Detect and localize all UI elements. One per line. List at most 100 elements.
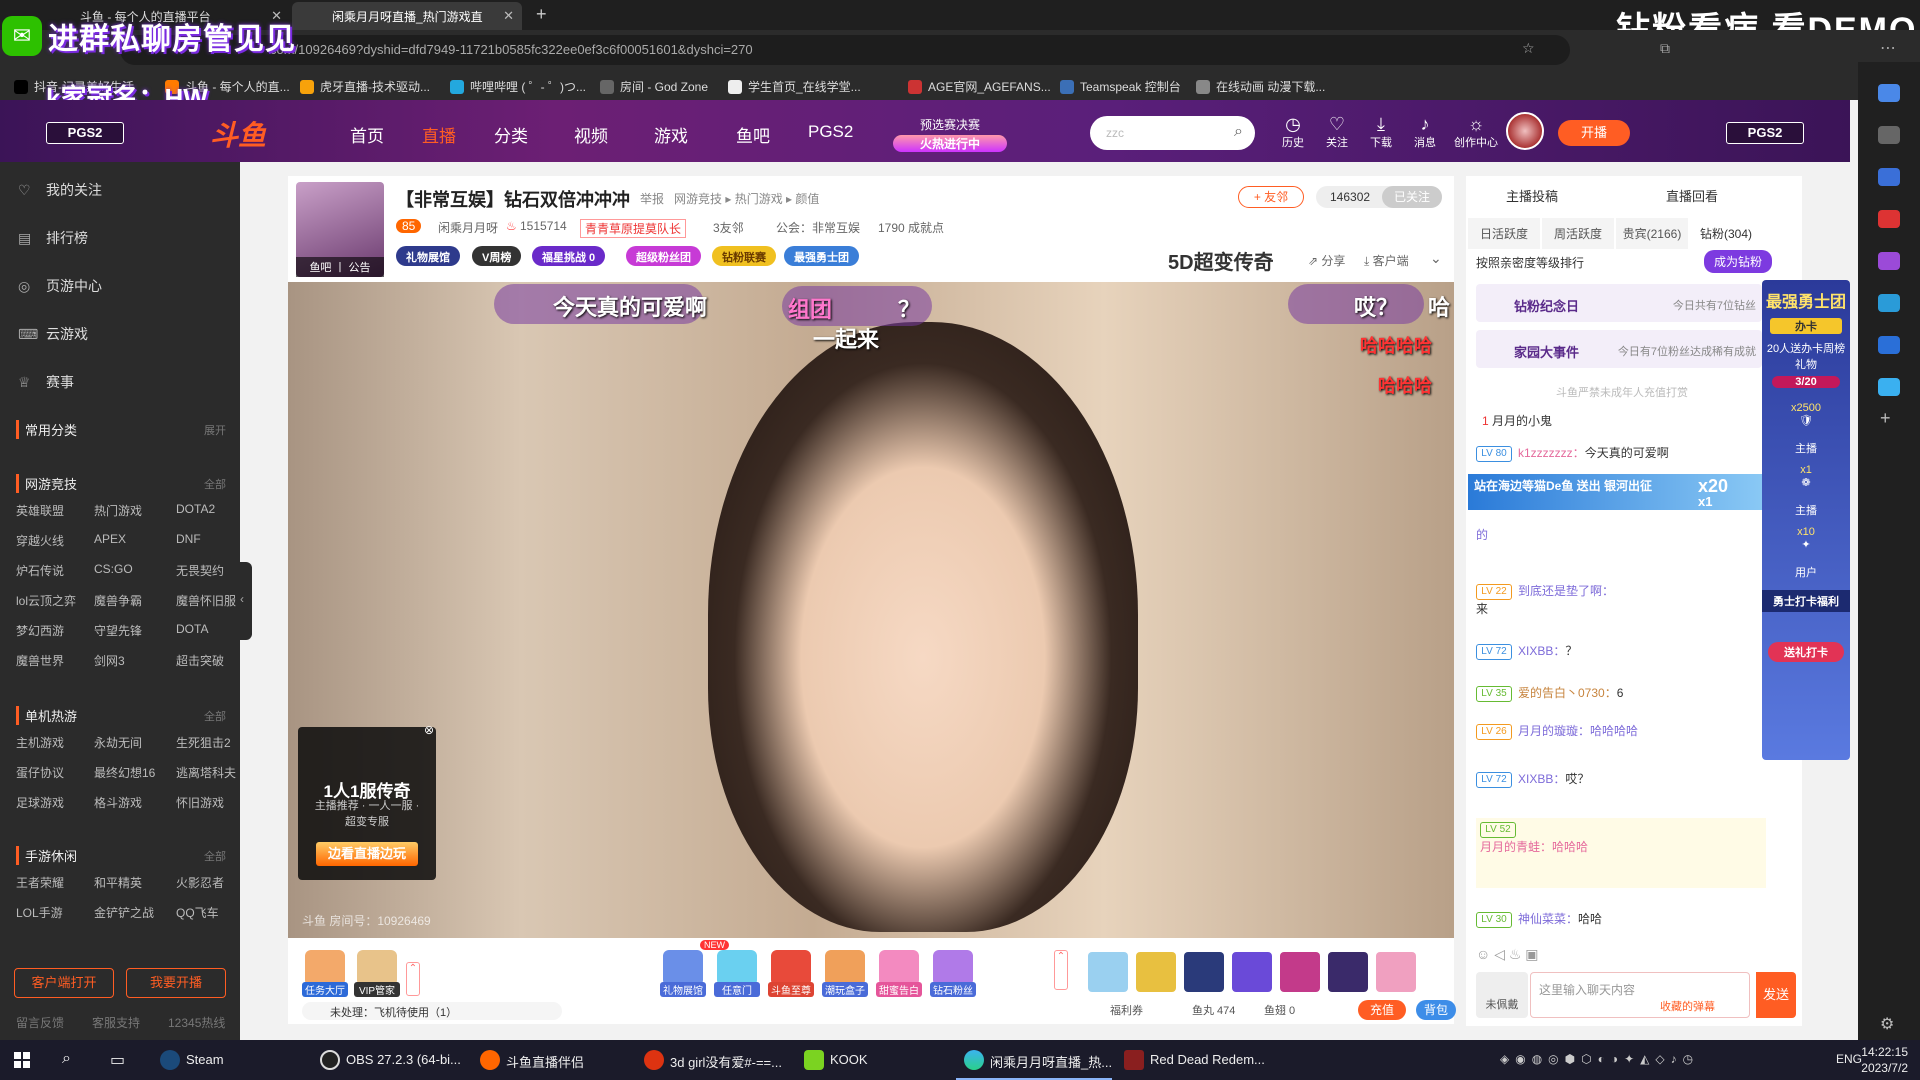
client-open-button[interactable]: 客户端打开: [14, 968, 114, 998]
system-clock[interactable]: 14:22:15 2023/7/2: [1861, 1044, 1908, 1076]
nav-pgs2[interactable]: PGS2: [808, 122, 853, 142]
gift-item[interactable]: 钻石粉丝: [930, 950, 976, 997]
sidebar-game-link[interactable]: LOL手游: [16, 904, 63, 921]
taskbar-app-kook[interactable]: KOOK: [796, 1040, 868, 1080]
all-link[interactable]: 全部: [204, 476, 226, 492]
saved-bullet-button[interactable]: 收藏的弹幕: [1660, 998, 1715, 1014]
sidebar-game-link[interactable]: 永劫无间: [94, 734, 142, 751]
bookmark-item[interactable]: Teamspeak 控制台: [1060, 78, 1181, 95]
search-icon[interactable]: ⌕: [1234, 123, 1243, 141]
sidebar-game-link[interactable]: 魔兽怀旧服: [176, 592, 236, 609]
tag-icon[interactable]: [1878, 168, 1900, 186]
nav-video[interactable]: 视频: [574, 122, 608, 147]
fan-anniversary-row[interactable]: 钻粉纪念日 今日共有7位钻丝: [1476, 284, 1762, 322]
chat-user[interactable]: XIXBB：: [1518, 644, 1565, 658]
gear-icon[interactable]: ⚙: [1880, 1014, 1894, 1034]
sidebar-game-link[interactable]: 剑网3: [94, 652, 125, 669]
new-tab-button[interactable]: +: [536, 4, 547, 25]
sidebar-item-follow[interactable]: ♡ 我的关注: [18, 180, 102, 200]
bookmark-item[interactable]: AGE官网_AGEFANS...: [908, 78, 1051, 95]
gift-checkin-button[interactable]: 送礼打卡: [1768, 642, 1844, 662]
sidebar-game-link[interactable]: 魔兽世界: [16, 652, 64, 669]
taskbar-app-edge[interactable]: 闲乘月月呀直播_热...: [956, 1040, 1113, 1080]
sidebar-game-link[interactable]: 无畏契约: [176, 562, 224, 579]
douyu-logo[interactable]: 斗鱼: [210, 114, 266, 154]
pill-v-week[interactable]: V周榜: [472, 246, 522, 266]
nav-fishbar[interactable]: 鱼吧: [736, 122, 770, 147]
game-icon[interactable]: [1878, 294, 1900, 312]
all-link[interactable]: 全部: [204, 848, 226, 864]
search-input[interactable]: zzc ⌕: [1090, 116, 1255, 150]
chevron-down-icon[interactable]: ⌄: [1430, 250, 1442, 267]
report-link[interactable]: 举报: [640, 190, 664, 207]
client-button[interactable]: ⤓ 客户端: [1364, 252, 1409, 269]
taskbar-app-rdr[interactable]: Red Dead Redem...: [1116, 1040, 1265, 1080]
star-icon[interactable]: ☆: [1522, 40, 1535, 57]
sidebar-game-link[interactable]: 炉石传说: [16, 562, 64, 579]
sidebar-game-link[interactable]: 超击突破: [176, 652, 224, 669]
pill-super-fan[interactable]: 超级粉丝团: [626, 246, 701, 266]
taskbar-app-netease[interactable]: 3d girl没有爱#-==...: [636, 1040, 782, 1080]
send-button[interactable]: 发送: [1756, 972, 1796, 1018]
tray-icons[interactable]: ◈◉◍◎⬢⬡◐◑✦◭◇♪◷: [1500, 1052, 1699, 1066]
outlook-icon[interactable]: [1878, 336, 1900, 354]
welfare-coupon[interactable]: 福利券: [1110, 1002, 1143, 1018]
vip-button[interactable]: VIP管家: [354, 950, 400, 997]
bell-icon[interactable]: [1878, 84, 1900, 102]
speaker-icon[interactable]: ◁: [1494, 946, 1509, 962]
gift-item[interactable]: 斗鱼至尊: [768, 950, 814, 997]
promo-play-button[interactable]: 边看直播边玩: [316, 842, 418, 866]
taskbar-app-douyu[interactable]: 斗鱼直播伴侣: [472, 1040, 584, 1080]
sidebar-game-link[interactable]: 逃离塔科夫: [176, 764, 236, 781]
sidebar-game-link[interactable]: 火影忍者: [176, 874, 224, 891]
chat-user[interactable]: 爱的告白丶0730：: [1518, 686, 1617, 700]
fan-badge[interactable]: 青青草原提莫队长: [580, 219, 687, 238]
gift-item[interactable]: 礼物展馆: [660, 950, 706, 997]
nav-home[interactable]: 首页: [350, 122, 384, 147]
sidebar-game-link[interactable]: DOTA: [176, 622, 208, 636]
follow-nav-button[interactable]: ♡ 关注: [1320, 114, 1354, 150]
send-icon[interactable]: [1878, 378, 1900, 396]
fan-badge-slot[interactable]: 未佩戴: [1476, 972, 1528, 1018]
tab-diamond-fan[interactable]: 钻粉(304): [1690, 218, 1762, 249]
sidebar-item-cloudgame[interactable]: ⌨ 云游戏: [18, 324, 88, 344]
chevron-up-icon[interactable]: ⌃: [406, 962, 420, 996]
emoji-icon[interactable]: ☺: [1476, 946, 1494, 962]
category-breadcrumb[interactable]: 网游竞技 ▸ 热门游戏 ▸ 颜值: [674, 190, 819, 207]
sidebar-game-link[interactable]: 和平精英: [94, 874, 142, 891]
pill-star-challenge[interactable]: 福星挑战 0: [532, 246, 606, 266]
sidebar-game-link[interactable]: 热门游戏: [94, 502, 142, 519]
gift-tile[interactable]: [1184, 952, 1224, 992]
sidebar-game-link[interactable]: DOTA2: [176, 502, 215, 516]
task-hall-button[interactable]: 任务大厅: [302, 950, 348, 997]
sidebar-game-link[interactable]: 最终幻想16: [94, 764, 155, 781]
streamer-avatar[interactable]: 鱼吧 丨 公告: [296, 182, 384, 277]
all-link[interactable]: 全部: [204, 708, 226, 724]
sidebar-game-link[interactable]: 梦幻西游: [16, 622, 64, 639]
replay-link[interactable]: 直播回看: [1666, 186, 1718, 205]
tab-daily[interactable]: 日活跃度: [1468, 218, 1540, 249]
guild[interactable]: 公会：非常互娱: [776, 219, 860, 236]
share-button[interactable]: ⇗ 分享: [1308, 252, 1345, 269]
pill-diamond-league[interactable]: 钻粉联赛: [712, 246, 776, 266]
sidebar-game-link[interactable]: 主机游戏: [16, 734, 64, 751]
footer-link[interactable]: 12345热线: [168, 1014, 225, 1031]
home-event-row[interactable]: 家园大事件 今日有7位粉丝达成稀有成就: [1476, 330, 1762, 368]
footer-link[interactable]: 留言反馈: [16, 1014, 64, 1031]
taskbar-app-steam[interactable]: Steam: [152, 1040, 224, 1080]
sidebar-game-link[interactable]: 金铲铲之战: [94, 904, 154, 921]
open-live-button[interactable]: 开播: [1558, 120, 1630, 146]
image-icon[interactable]: ▣: [1525, 946, 1538, 962]
tab-weekly[interactable]: 周活跃度: [1542, 218, 1614, 249]
history-button[interactable]: ◷ 历史: [1276, 114, 1310, 150]
close-icon[interactable]: ✕: [503, 8, 514, 24]
chat-user[interactable]: k1zzzzzzz：: [1518, 446, 1585, 460]
browser-tab-room[interactable]: 闲乘月月呀直播_热门游戏直 ✕: [292, 2, 522, 30]
taskbar-app-obs[interactable]: OBS 27.2.3 (64-bi...: [312, 1040, 461, 1080]
sidebar-game-link[interactable]: 王者荣耀: [16, 874, 64, 891]
creator-button[interactable]: ☼ 创作中心: [1454, 114, 1498, 150]
sidebar-game-link[interactable]: 格斗游戏: [94, 794, 142, 811]
sidebar-game-link[interactable]: QQ飞车: [176, 904, 219, 921]
sidebar-game-link[interactable]: 蛋仔协议: [16, 764, 64, 781]
sidebar-item-webgames[interactable]: ◎ 页游中心: [18, 276, 102, 296]
